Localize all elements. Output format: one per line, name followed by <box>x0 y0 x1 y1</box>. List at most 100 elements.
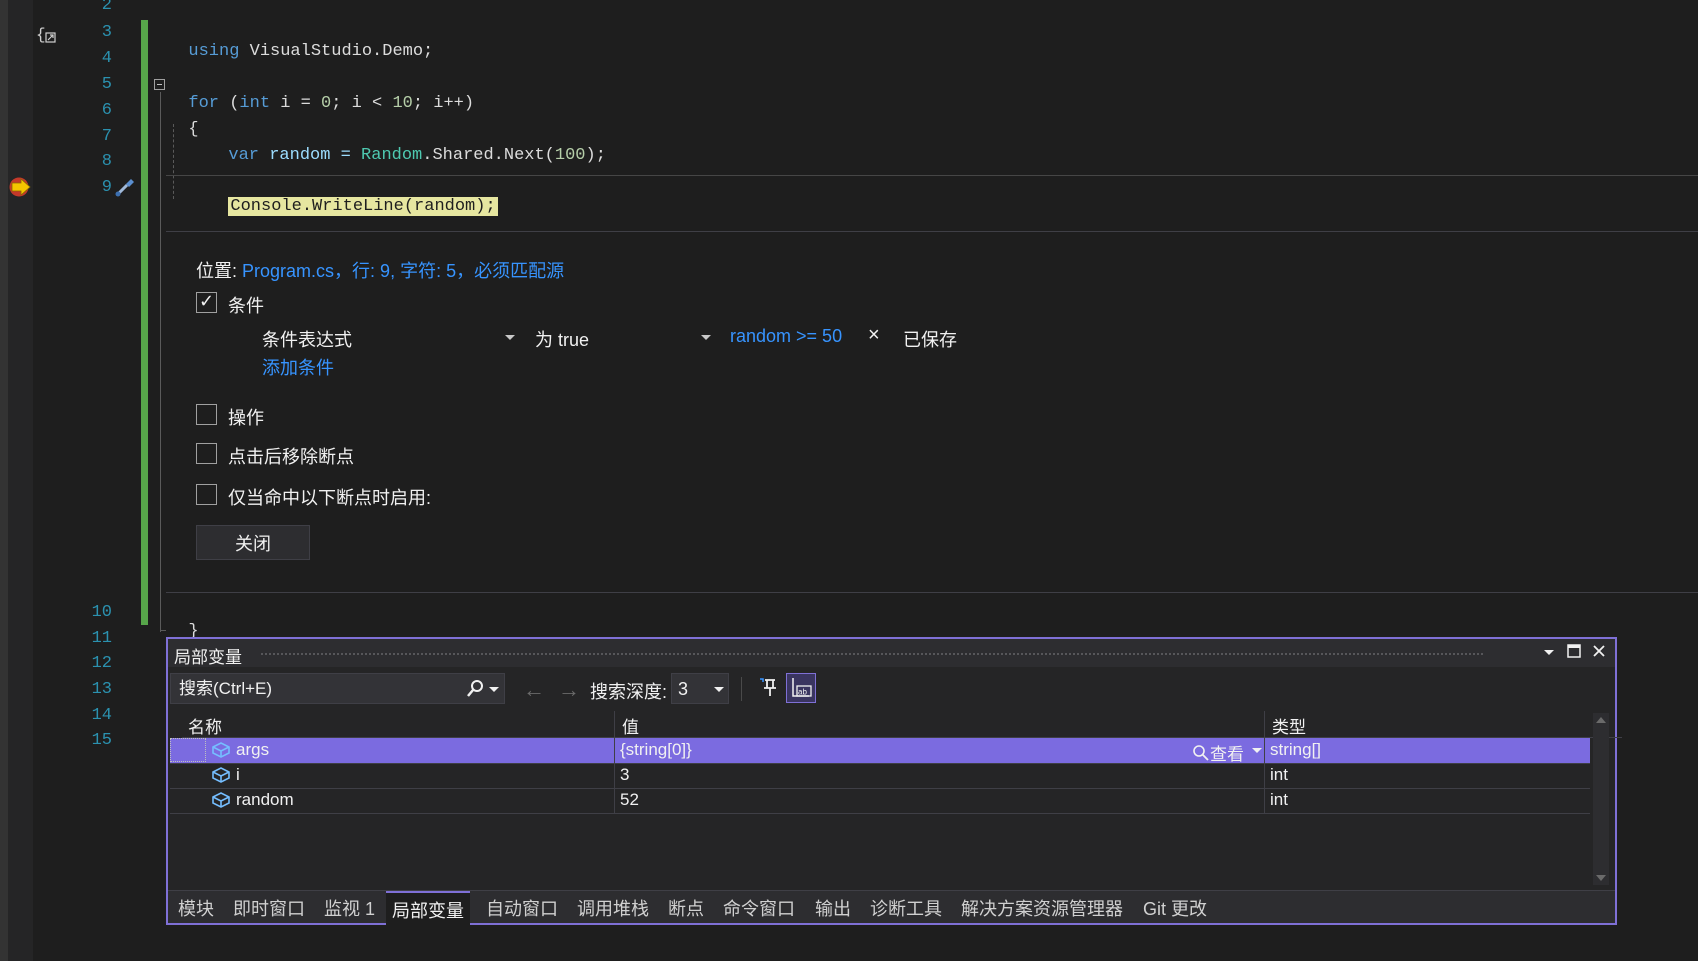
column-separator <box>1264 738 1265 763</box>
location-row: 位置: Program.cs，行: 9, 字符: 5，必须匹配源 <box>196 257 564 283</box>
tab-output[interactable]: 输出 <box>815 895 851 921</box>
column-separator <box>1264 763 1265 788</box>
pin-icon[interactable] <box>758 677 780 704</box>
locals-window[interactable]: 局部变量 ← → 搜索深度: 3 ab <box>166 637 1622 925</box>
tab-diagnostic-tools[interactable]: 诊断工具 <box>870 895 942 921</box>
code-line-7[interactable]: var random = Random.Shared.Next(100); <box>208 127 606 165</box>
search-icon[interactable] <box>465 679 485 704</box>
line-number: 11 <box>91 629 112 648</box>
only-enable-checkbox[interactable] <box>196 484 217 505</box>
row-value[interactable]: {string[0]} <box>620 740 692 760</box>
close-button[interactable]: 关闭 <box>196 525 310 560</box>
vertical-scrollbar[interactable] <box>1593 713 1609 885</box>
row-name: random <box>236 790 294 809</box>
type-name: Random <box>361 146 423 165</box>
column-separator[interactable] <box>1264 711 1265 737</box>
hex-display-icon[interactable]: ab <box>786 673 816 703</box>
search-box[interactable] <box>170 673 505 704</box>
location-link[interactable]: Program.cs，行: 9, 字符: 5，必须匹配源 <box>242 261 564 281</box>
maximize-icon[interactable] <box>1566 643 1582 664</box>
remove-condition-icon[interactable]: × <box>868 324 880 347</box>
chevron-down-icon[interactable] <box>1252 748 1262 753</box>
column-header-value[interactable]: 值 <box>622 713 639 738</box>
code-line-3[interactable]: using VisualStudio.Demo; <box>168 23 433 61</box>
tab-modules[interactable]: 模块 <box>178 895 214 921</box>
peek-bottom-border <box>166 592 1698 593</box>
code-line-9[interactable]: Console.WriteLine(random); <box>208 178 498 216</box>
tab-watch-1[interactable]: 监视 1 <box>324 895 375 921</box>
code-line-6[interactable]: { <box>168 101 198 139</box>
keyword: using <box>188 42 240 61</box>
scroll-up-icon[interactable] <box>1596 717 1606 723</box>
outline-end <box>160 630 166 631</box>
row-value[interactable]: 3 <box>620 765 629 785</box>
tab-immediate[interactable]: 即时窗口 <box>233 895 305 921</box>
outline-line <box>160 92 161 632</box>
tab-breakpoints[interactable]: 断点 <box>668 895 704 921</box>
back-arrow-icon[interactable]: ← <box>523 677 545 703</box>
field-icon <box>210 764 232 791</box>
column-header-name[interactable]: 名称 <box>188 713 222 738</box>
locals-title-bar[interactable]: 局部变量 <box>168 639 1615 667</box>
line-number: 7 <box>101 127 112 146</box>
tab-command-window[interactable]: 命令窗口 <box>723 895 795 921</box>
tab-solution-explorer[interactable]: 解决方案资源管理器 <box>961 895 1123 921</box>
chevron-down-icon <box>701 335 711 340</box>
table-row[interactable]: i 3 int <box>170 763 1590 789</box>
line-number: 2 <box>101 0 112 15</box>
only-enable-label: 仅当命中以下断点时启用: <box>228 488 431 508</box>
current-statement[interactable]: Console.WriteLine(random); <box>228 197 498 216</box>
code-line-5[interactable]: for (int i = 0; i < 10; i++) <box>168 75 474 113</box>
row-value[interactable]: 52 <box>620 790 639 810</box>
table-row[interactable]: args {string[0]} 查看 string[] <box>170 738 1590 764</box>
number-literal: 0 <box>321 94 332 113</box>
tab-locals[interactable]: 局部变量 <box>386 891 470 925</box>
search-input[interactable] <box>177 677 451 701</box>
number-literal: 100 <box>554 146 586 165</box>
column-header-type[interactable]: 类型 <box>1272 713 1306 738</box>
line-numbers: 2 3 4 5 6 7 8 9 10 11 12 13 14 15 <box>70 0 112 961</box>
forward-arrow-icon[interactable]: → <box>558 677 580 703</box>
line-number: 6 <box>101 101 112 120</box>
actions-label: 操作 <box>228 408 264 428</box>
column-separator[interactable] <box>614 711 615 737</box>
locals-title: 局部变量 <box>174 648 242 667</box>
row-name: args <box>236 740 270 759</box>
tab-git-changes[interactable]: Git 更改 <box>1143 895 1207 921</box>
search-options-icon[interactable] <box>489 687 499 692</box>
scope-icon[interactable]: { <box>36 24 58 46</box>
field-icon <box>210 739 232 761</box>
actions-checkbox[interactable] <box>196 404 217 425</box>
close-icon[interactable] <box>1591 643 1607 664</box>
svg-text:{: { <box>36 26 46 44</box>
row-type: int <box>1270 790 1288 809</box>
code-line-10[interactable]: } <box>168 603 198 641</box>
condition-expression-input[interactable]: random >= 50 <box>730 326 842 347</box>
add-condition-link[interactable]: 添加条件 <box>262 354 334 380</box>
code-text: .Shared.Next( <box>422 146 555 165</box>
breakpoint-settings-icon[interactable] <box>113 175 137 199</box>
scroll-down-icon[interactable] <box>1596 875 1606 881</box>
tab-call-stack[interactable]: 调用堆栈 <box>577 895 649 921</box>
peek-top-border <box>166 231 1698 232</box>
line-number: 3 <box>101 23 112 42</box>
collapse-toggle-icon[interactable] <box>154 79 165 90</box>
chevron-down-icon <box>505 335 515 340</box>
window-options-icon[interactable] <box>1544 650 1554 655</box>
condition-mode-dropdown[interactable]: 为 true <box>535 326 711 350</box>
tab-autos[interactable]: 自动窗口 <box>486 895 558 921</box>
table-row[interactable]: random 52 int <box>170 788 1590 814</box>
remove-after-hit-checkbox[interactable] <box>196 443 217 464</box>
field-icon <box>210 789 232 816</box>
line-number: 15 <box>91 731 112 750</box>
condition-kind-value: 条件表达式 <box>262 330 352 350</box>
glyph-margin[interactable] <box>0 0 8 961</box>
breakpoint-arrow-icon[interactable] <box>8 176 34 198</box>
conditions-checkbox[interactable] <box>196 291 217 313</box>
chevron-down-icon <box>714 687 724 692</box>
saved-status: 已保存 <box>903 330 957 350</box>
keyword: int <box>239 94 271 113</box>
search-depth-select[interactable]: 3 <box>671 673 729 704</box>
line-number: 4 <box>101 49 112 68</box>
condition-kind-dropdown[interactable]: 条件表达式 <box>262 326 518 350</box>
